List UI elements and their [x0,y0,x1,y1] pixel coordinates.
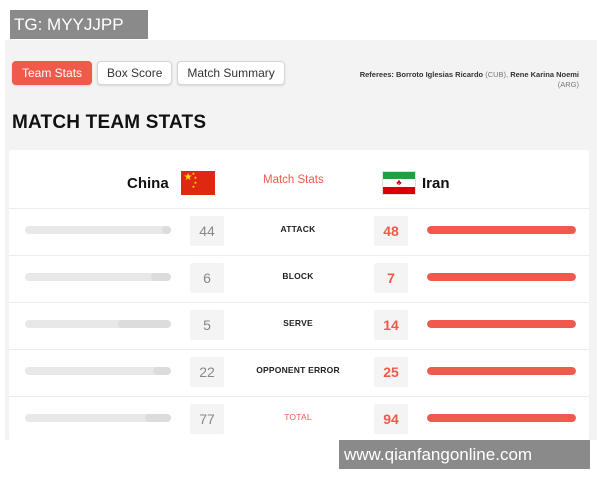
left-bar-track [25,273,171,281]
referees-label: Referees: [359,70,394,79]
left-bar-track [25,367,171,375]
tab-box-score[interactable]: Box Score [97,61,173,85]
left-value: 77 [190,404,224,434]
team-left-header: China ★ ★ ★ ★ ★ [127,170,215,196]
referee-1-name: Borroto Iglesias Ricardo [396,70,484,79]
left-bar-fill [118,320,171,328]
referee-2-name: Rene Karina Noemi [510,70,579,79]
referees-info: Referees: Borroto Iglesias Ricardo (CUB)… [309,70,579,90]
right-value: 7 [374,263,408,293]
left-bar-fill [153,367,171,375]
left-value: 6 [190,263,224,293]
stat-row-total: 77 TOTAL 94 [9,396,589,443]
stats-tabs: Team Stats Box Score Match Summary [12,61,285,85]
team-stats-card: China ★ ★ ★ ★ ★ Match Stats ♣ Iran 44 AT… [9,150,589,440]
match-stats-page: Team Stats Box Score Match Summary Refer… [5,40,597,440]
stat-category: ATTACK [280,224,316,234]
stat-category: OPPONENT ERROR [256,365,340,375]
iran-flag-icon: ♣ [382,171,416,195]
left-value: 44 [190,216,224,246]
watermark-top-left: TG: MYYJJPP [10,10,148,39]
right-bar-track [427,273,576,281]
right-bar-fill [427,273,576,281]
match-stats-label: Match Stats [263,174,324,186]
left-value: 22 [190,357,224,387]
right-bar-fill [427,367,576,375]
right-bar-track [427,414,576,422]
stat-category-total: TOTAL [284,412,312,422]
referee-1-country: (CUB), [485,70,509,79]
right-value: 48 [374,216,408,246]
left-bar-fill [162,226,171,234]
stat-row-block: 6 BLOCK 7 [9,255,589,302]
right-bar-track [427,367,576,375]
right-bar-fill [427,320,576,328]
china-flag-icon: ★ ★ ★ ★ ★ [180,171,215,195]
left-value: 5 [190,310,224,340]
right-value: 14 [374,310,408,340]
referee-2-country: (ARG) [557,80,579,89]
watermark-bottom-right: www.qianfangonline.com [339,440,590,469]
team-right-name: Iran [422,174,450,192]
right-value: 25 [374,357,408,387]
tab-match-summary[interactable]: Match Summary [177,61,285,85]
right-value: 94 [374,404,408,434]
right-bar-track [427,320,576,328]
right-bar-fill [427,414,576,422]
right-bar-track [427,226,576,234]
stat-row-serve: 5 SERVE 14 [9,302,589,349]
stat-category: SERVE [283,318,313,328]
stat-row-opponent-error: 22 OPPONENT ERROR 25 [9,349,589,396]
left-bar-track [25,414,171,422]
left-bar-track [25,320,171,328]
stat-row-attack: 44 ATTACK 48 [9,208,589,255]
stats-rows: 44 ATTACK 48 6 BLOCK 7 5 SERVE 14 22 OPP… [9,208,589,443]
team-right-header: ♣ Iran [382,170,450,196]
left-bar-track [25,226,171,234]
team-left-name: China [127,174,169,192]
stat-category: BLOCK [282,271,314,281]
right-bar-fill [427,226,576,234]
tab-team-stats[interactable]: Team Stats [12,61,93,85]
page-title: MATCH TEAM STATS [12,112,207,133]
left-bar-fill [150,273,171,281]
left-bar-fill [144,414,171,422]
